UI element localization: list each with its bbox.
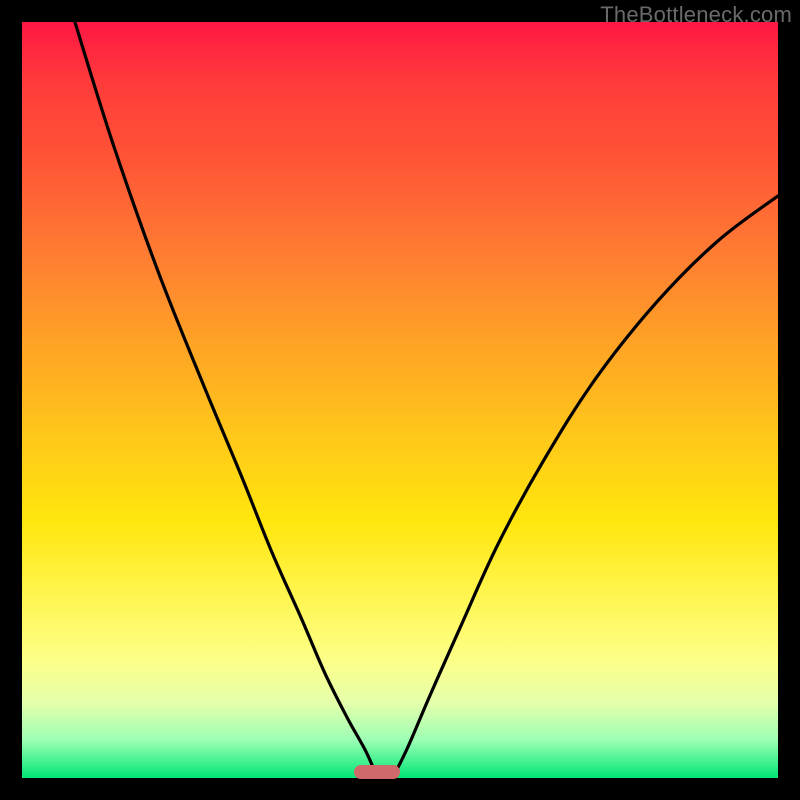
chart-frame — [22, 22, 778, 778]
chart-curves — [22, 22, 778, 778]
right-curve-path — [392, 196, 778, 778]
left-curve-path — [75, 22, 377, 778]
bottleneck-marker — [354, 765, 400, 779]
watermark-text: TheBottleneck.com — [600, 2, 792, 28]
